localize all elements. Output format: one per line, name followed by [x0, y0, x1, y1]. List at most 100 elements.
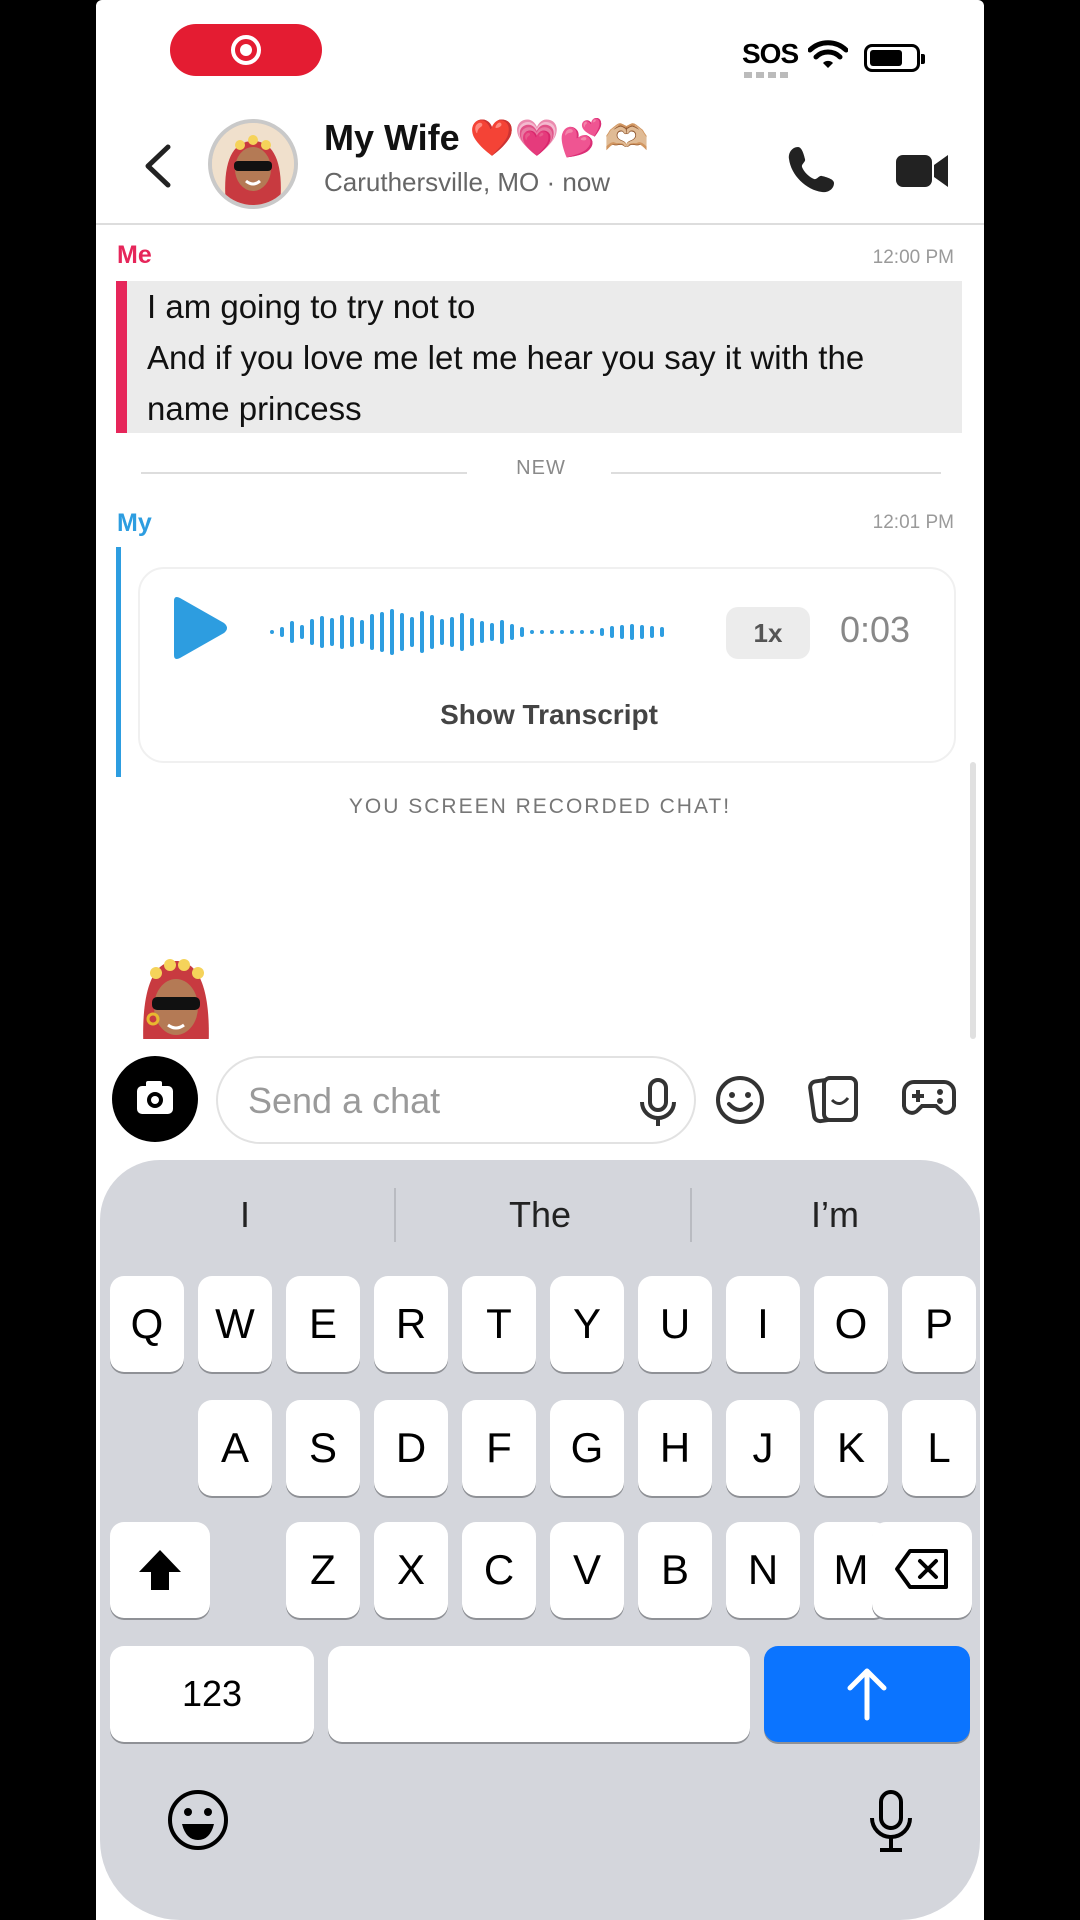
waveform-bar	[430, 615, 434, 649]
signal-dots	[744, 72, 788, 78]
waveform-bar	[400, 613, 404, 651]
key-s[interactable]: S	[286, 1400, 360, 1496]
avatar[interactable]	[208, 119, 298, 209]
sticker-icon[interactable]	[808, 1072, 860, 1126]
waveform-bar	[520, 627, 524, 637]
screen-recording-indicator[interactable]	[170, 24, 322, 76]
key-r[interactable]: R	[374, 1276, 448, 1372]
status-bar: SOS	[96, 0, 984, 105]
suggestion-item[interactable]: I	[100, 1194, 390, 1236]
delete-key[interactable]	[872, 1522, 972, 1618]
key-d[interactable]: D	[374, 1400, 448, 1496]
key-u[interactable]: U	[638, 1276, 712, 1372]
show-transcript-button[interactable]: Show Transcript	[140, 699, 958, 731]
space-key[interactable]	[328, 1646, 750, 1742]
video-call-icon[interactable]	[894, 143, 950, 199]
waveform-bar	[560, 630, 564, 634]
camera-button[interactable]	[112, 1056, 198, 1142]
suggestion-item[interactable]: I’m	[690, 1194, 980, 1236]
waveform-bar	[440, 619, 444, 645]
play-icon[interactable]	[166, 595, 230, 661]
phone-call-icon[interactable]	[784, 141, 840, 197]
record-icon	[231, 35, 261, 65]
waveform-bar	[300, 625, 304, 639]
waveform-bar	[630, 624, 634, 640]
keyboard-emoji-icon[interactable]	[166, 1788, 230, 1852]
key-q[interactable]: Q	[110, 1276, 184, 1372]
dictation-mic-icon[interactable]	[866, 1788, 916, 1854]
audio-waveform[interactable]	[268, 607, 668, 657]
waveform-bar	[610, 626, 614, 638]
key-o[interactable]: O	[814, 1276, 888, 1372]
key-n[interactable]: N	[726, 1522, 800, 1618]
waveform-bar	[340, 615, 344, 649]
chat-title[interactable]: My Wife ❤️💗💕🫶🏼	[324, 117, 649, 159]
key-l[interactable]: L	[902, 1400, 976, 1496]
key-j[interactable]: J	[726, 1400, 800, 1496]
key-w[interactable]: W	[198, 1276, 272, 1372]
message-sender: My	[117, 509, 152, 537]
waveform-bar	[420, 611, 424, 653]
waveform-bar	[470, 618, 474, 646]
waveform-bar	[370, 614, 374, 650]
waveform-bar	[330, 618, 334, 646]
chat-scrollbar[interactable]	[970, 762, 976, 1039]
game-controller-icon[interactable]	[902, 1074, 956, 1122]
waveform-bar	[380, 612, 384, 652]
key-c[interactable]: C	[462, 1522, 536, 1618]
key-a[interactable]: A	[198, 1400, 272, 1496]
send-key[interactable]	[764, 1646, 970, 1742]
back-arrow-icon[interactable]	[138, 141, 178, 191]
battery-icon	[864, 44, 925, 72]
new-messages-divider: NEW	[141, 457, 941, 487]
emoji-icon[interactable]	[714, 1074, 766, 1126]
key-e[interactable]: E	[286, 1276, 360, 1372]
backspace-icon	[895, 1549, 948, 1589]
friend-bitmoji	[136, 947, 216, 1039]
chat-input[interactable]: Send a chat	[216, 1056, 696, 1144]
shift-icon	[139, 1550, 181, 1590]
keyboard: I The I’m QWERTYUIOPASDFGHJKLZXCVBNM 123	[100, 1160, 980, 1920]
message-bar	[116, 547, 121, 777]
key-y[interactable]: Y	[550, 1276, 624, 1372]
voice-note-duration: 0:03	[840, 609, 911, 650]
key-z[interactable]: Z	[286, 1522, 360, 1618]
message-text: I am going to try not to And if you love…	[147, 288, 865, 427]
chat-input-bar: Send a chat	[96, 1040, 984, 1155]
key-i[interactable]: I	[726, 1276, 800, 1372]
key-t[interactable]: T	[462, 1276, 536, 1372]
phone-screen: SOS My Wife ❤️💗💕🫶🏼 Caruthersville, MO · …	[96, 0, 984, 1920]
chat-input-placeholder: Send a chat	[248, 1080, 441, 1121]
waveform-bar	[360, 620, 364, 644]
waveform-bar	[280, 627, 284, 637]
chat-header: My Wife ❤️💗💕🫶🏼 Caruthersville, MO · now	[96, 105, 984, 225]
camera-icon	[137, 1081, 173, 1114]
key-v[interactable]: V	[550, 1522, 624, 1618]
key-p[interactable]: P	[902, 1276, 976, 1372]
text-message[interactable]: I am going to try not to And if you love…	[116, 281, 962, 433]
key-h[interactable]: H	[638, 1400, 712, 1496]
message-time: 12:00 PM	[872, 247, 954, 268]
message-sender: Me	[117, 241, 152, 269]
key-x[interactable]: X	[374, 1522, 448, 1618]
waveform-bar	[540, 630, 544, 634]
waveform-bar	[350, 617, 354, 647]
shift-key[interactable]	[110, 1522, 210, 1618]
key-g[interactable]: G	[550, 1400, 624, 1496]
microphone-icon[interactable]	[636, 1076, 680, 1130]
playback-speed-button[interactable]: 1x	[726, 607, 810, 659]
numbers-key[interactable]: 123	[110, 1646, 314, 1742]
chat-area[interactable]: Me 12:00 PM I am going to try not to And…	[96, 227, 984, 1039]
waveform-bar	[490, 623, 494, 641]
waveform-bar	[600, 628, 604, 636]
voice-note-message[interactable]: 1x 0:03 Show Transcript	[138, 567, 956, 763]
chat-location-status: Caruthersville, MO · now	[324, 167, 611, 197]
waveform-bar	[640, 625, 644, 639]
key-b[interactable]: B	[638, 1522, 712, 1618]
suggestion-bar: I The I’m	[100, 1160, 980, 1270]
key-k[interactable]: K	[814, 1400, 888, 1496]
waveform-bar	[390, 609, 394, 655]
suggestion-item[interactable]: The	[395, 1194, 685, 1236]
waveform-bar	[460, 613, 464, 651]
key-f[interactable]: F	[462, 1400, 536, 1496]
